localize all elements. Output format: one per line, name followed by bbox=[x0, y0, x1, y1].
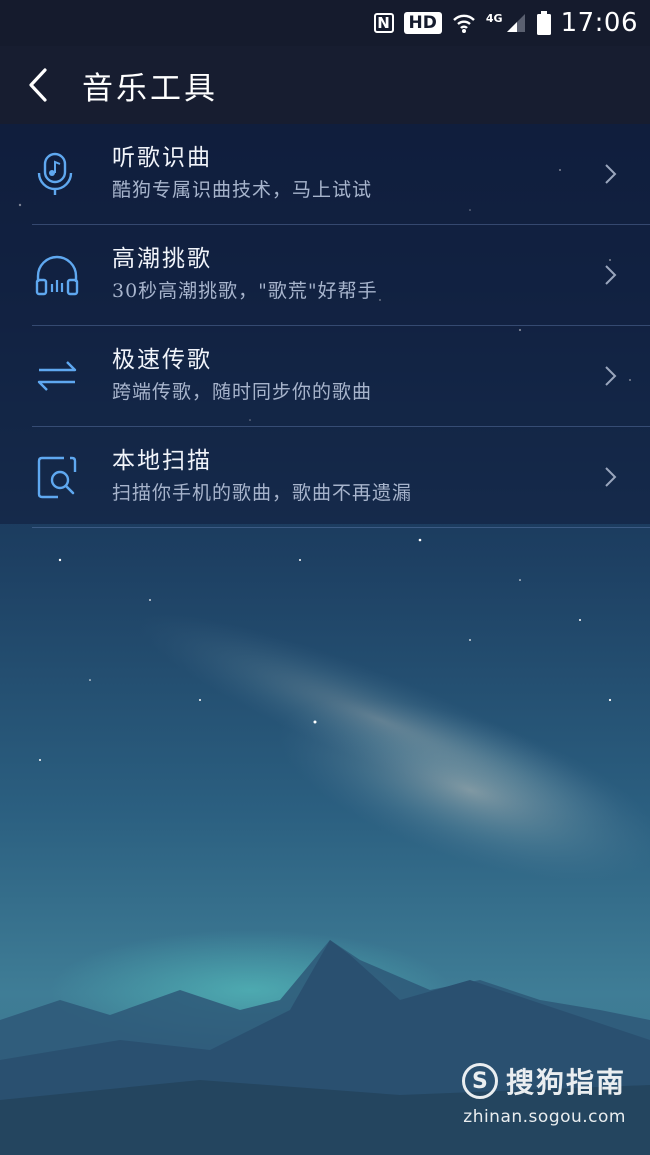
signal-icon bbox=[506, 14, 525, 32]
network-type: 4G bbox=[485, 11, 503, 25]
tool-item-climax-picker[interactable]: 高潮挑歌 30秒高潮挑歌，"歌荒"好帮手 bbox=[32, 225, 650, 326]
title-bar: 音乐工具 bbox=[0, 46, 650, 124]
tool-item-fast-transfer[interactable]: 极速传歌 跨端传歌，随时同步你的歌曲 bbox=[32, 326, 650, 427]
chevron-left-icon bbox=[29, 68, 47, 102]
tool-subtitle: 扫描你手机的歌曲，歌曲不再遗漏 bbox=[112, 482, 413, 504]
chevron-right-icon bbox=[605, 164, 617, 184]
sogou-logo-icon: S bbox=[461, 1063, 498, 1099]
tool-subtitle: 跨端传歌，随时同步你的歌曲 bbox=[112, 381, 373, 403]
sogou-watermark: S 搜狗指南 zhinan.sogou.com bbox=[461, 1061, 626, 1127]
chevron-right-icon bbox=[605, 265, 617, 285]
tool-title: 听歌识曲 bbox=[112, 145, 212, 171]
watermark-name: 搜狗指南 bbox=[505, 1066, 626, 1099]
phone-scan-icon bbox=[37, 456, 77, 499]
wifi-icon bbox=[453, 14, 475, 33]
watermark-url: zhinan.sogou.com bbox=[463, 1107, 626, 1127]
page-title: 音乐工具 bbox=[82, 70, 218, 107]
chevron-right-icon bbox=[605, 467, 617, 487]
tool-subtitle: 30秒高潮挑歌，"歌荒"好帮手 bbox=[112, 280, 378, 302]
hd-badge: HD bbox=[403, 12, 442, 34]
tool-subtitle: 酷狗专属识曲技术，马上试试 bbox=[112, 179, 373, 201]
tool-item-song-recognition[interactable]: 听歌识曲 酷狗专属识曲技术，马上试试 bbox=[32, 124, 650, 225]
transfer-arrows-icon bbox=[37, 361, 77, 391]
tool-title: 高潮挑歌 bbox=[112, 246, 212, 272]
tool-title: 极速传歌 bbox=[112, 347, 212, 373]
tool-title: 本地扫描 bbox=[112, 448, 212, 474]
nfc-icon: N bbox=[373, 13, 394, 33]
battery-icon bbox=[536, 11, 551, 35]
tool-list: 听歌识曲 酷狗专属识曲技术，马上试试 高潮挑歌 30秒高潮挑歌，"歌荒"好帮手 bbox=[0, 124, 650, 528]
status-bar: N HD 4G 17:06 bbox=[0, 0, 650, 46]
chevron-right-icon bbox=[605, 366, 617, 386]
back-button[interactable] bbox=[8, 46, 68, 124]
mic-music-icon bbox=[37, 152, 73, 195]
clock: 17:06 bbox=[560, 8, 638, 38]
headphones-icon bbox=[35, 255, 79, 296]
tool-item-local-scan[interactable]: 本地扫描 扫描你手机的歌曲，歌曲不再遗漏 bbox=[32, 427, 650, 528]
